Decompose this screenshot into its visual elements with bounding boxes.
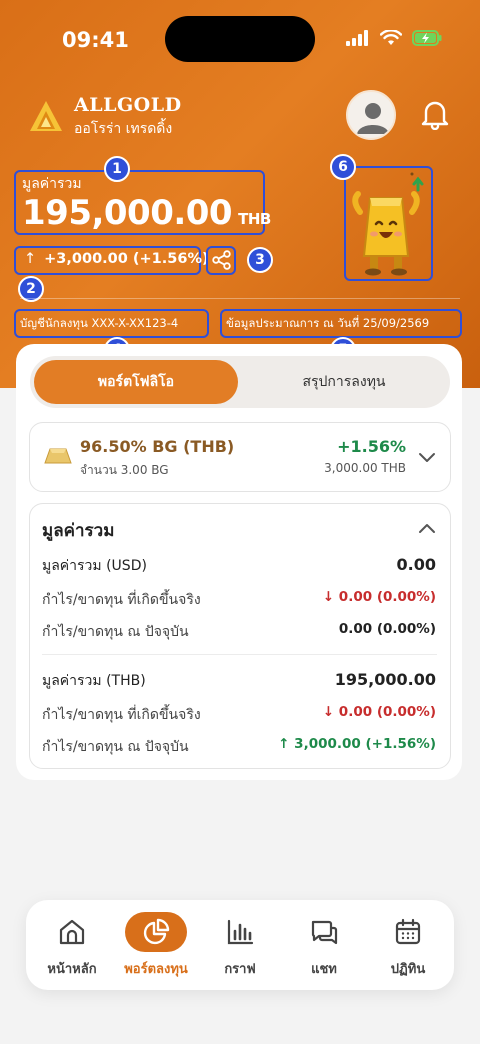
asset-change: +1.56% — [337, 437, 406, 456]
nav-home-icon-wrap — [41, 912, 103, 952]
annotation-badge-6: 6 — [330, 154, 356, 180]
nav-portfolio-label: พอร์ตลงทุน — [124, 962, 188, 977]
wifi-icon — [380, 30, 402, 45]
nav-calendar-icon-wrap — [377, 912, 439, 952]
home-icon — [59, 919, 85, 945]
thb-current-value: ↑ 3,000.00 (+1.56%) — [278, 736, 436, 752]
nav-portfolio-icon-wrap — [125, 912, 187, 952]
estimate-date: ข้อมูลประมาณการ ณ วันที่ 25/09/2569 — [226, 316, 430, 330]
total-value-label: มูลค่ารวม — [22, 176, 82, 192]
asset-amount: 3,000.00 THB — [324, 461, 406, 475]
share-icon — [212, 250, 231, 270]
nav-graph-label: กราฟ — [224, 962, 256, 977]
tab-investment-summary[interactable]: สรุปการลงทุน — [244, 360, 444, 404]
system-icons — [346, 30, 442, 46]
annotation-badge-3: 3 — [247, 247, 273, 273]
usd-realized-value: ↓ 0.00 (0.00%) — [322, 589, 436, 605]
thb-total-value: 195,000.00 — [334, 670, 436, 689]
thb-total-label: มูลค่ารวม (THB) — [42, 673, 146, 689]
nav-portfolio[interactable]: พอร์ตลงทุน — [116, 912, 196, 982]
total-value-amount: 195,000.00 — [22, 193, 233, 233]
nav-home-label: หน้าหลัก — [47, 962, 97, 977]
nav-chat-icon-wrap — [293, 912, 355, 952]
thb-realized-label: กำไร/ขาดทุน ที่เกิดขึ้นจริง — [42, 707, 201, 723]
gold-bar-icon — [44, 448, 72, 464]
allgold-logo-icon — [30, 101, 62, 131]
nav-graph[interactable]: กราฟ — [200, 912, 280, 982]
notification-bell-icon[interactable] — [420, 98, 450, 130]
profile-avatar[interactable] — [346, 90, 396, 140]
nav-home[interactable]: หน้าหลัก — [32, 912, 112, 982]
usd-current-label: กำไร/ขาดทุน ณ ปัจจุบัน — [42, 624, 189, 640]
asset-name: 96.50% BG (THB) — [80, 437, 235, 456]
share-button[interactable] — [206, 246, 236, 275]
chevron-down-icon[interactable] — [418, 451, 436, 463]
thb-current-label: กำไร/ขาดทุน ณ ปัจจุบัน — [42, 739, 189, 755]
nav-chat-label: แชท — [311, 962, 337, 977]
status-time: 09:41 — [62, 28, 129, 52]
total-value-currency: THB — [238, 210, 271, 228]
usd-realized-label: กำไร/ขาดทุน ที่เกิดขึ้นจริง — [42, 592, 201, 608]
brand-logo: ALLGOLD ออโรร่า เทรดดิ้ง — [28, 94, 182, 140]
tab-portfolio[interactable]: พอร์ตโฟลิโอ — [34, 360, 238, 404]
mascot-highlight — [344, 166, 433, 281]
usd-total-label: มูลค่ารวม (USD) — [42, 558, 147, 574]
cellular-signal-icon — [346, 30, 368, 46]
portfolio-change-value: +3,000.00 (+1.56%) — [44, 251, 209, 267]
account-number: บัญชีนักลงทุน XXX-X-XX123-4 — [20, 316, 179, 330]
chat-icon — [311, 920, 338, 945]
status-bar: 09:41 — [0, 0, 480, 80]
header-divider — [20, 298, 460, 299]
annotation-badge-1: 1 — [104, 156, 130, 182]
brand-name: ALLGOLD — [74, 94, 182, 116]
up-arrow-icon: ↑ — [24, 251, 37, 267]
bar-chart-icon — [227, 919, 254, 945]
chevron-up-icon[interactable] — [418, 522, 436, 534]
asset-card[interactable] — [29, 422, 451, 492]
brand-subtitle: ออโรร่า เทรดดิ้ง — [74, 121, 173, 137]
summary-title: มูลค่ารวม — [42, 521, 115, 541]
battery-charging-icon — [412, 30, 442, 46]
gold-bar-mascot-icon — [352, 172, 424, 276]
nav-calendar-label: ปฏิทิน — [390, 962, 426, 977]
summary-divider — [42, 654, 437, 655]
nav-calendar[interactable]: ปฏิทิน — [368, 912, 448, 982]
nav-chat[interactable]: แชท — [284, 912, 364, 982]
nav-graph-icon-wrap — [209, 912, 271, 952]
total-value: 195,000.00 THB — [22, 193, 271, 233]
usd-current-value: 0.00 (0.00%) — [338, 621, 436, 637]
portfolio-change: ↑ +3,000.00 (+1.56%) — [24, 251, 209, 267]
usd-total-value: 0.00 — [396, 555, 436, 574]
thb-realized-value: ↓ 0.00 (0.00%) — [322, 704, 436, 720]
pie-chart-icon — [143, 918, 170, 945]
calendar-icon — [395, 918, 421, 945]
asset-quantity: จำนวน 3.00 BG — [80, 463, 169, 477]
dynamic-island — [165, 16, 315, 62]
